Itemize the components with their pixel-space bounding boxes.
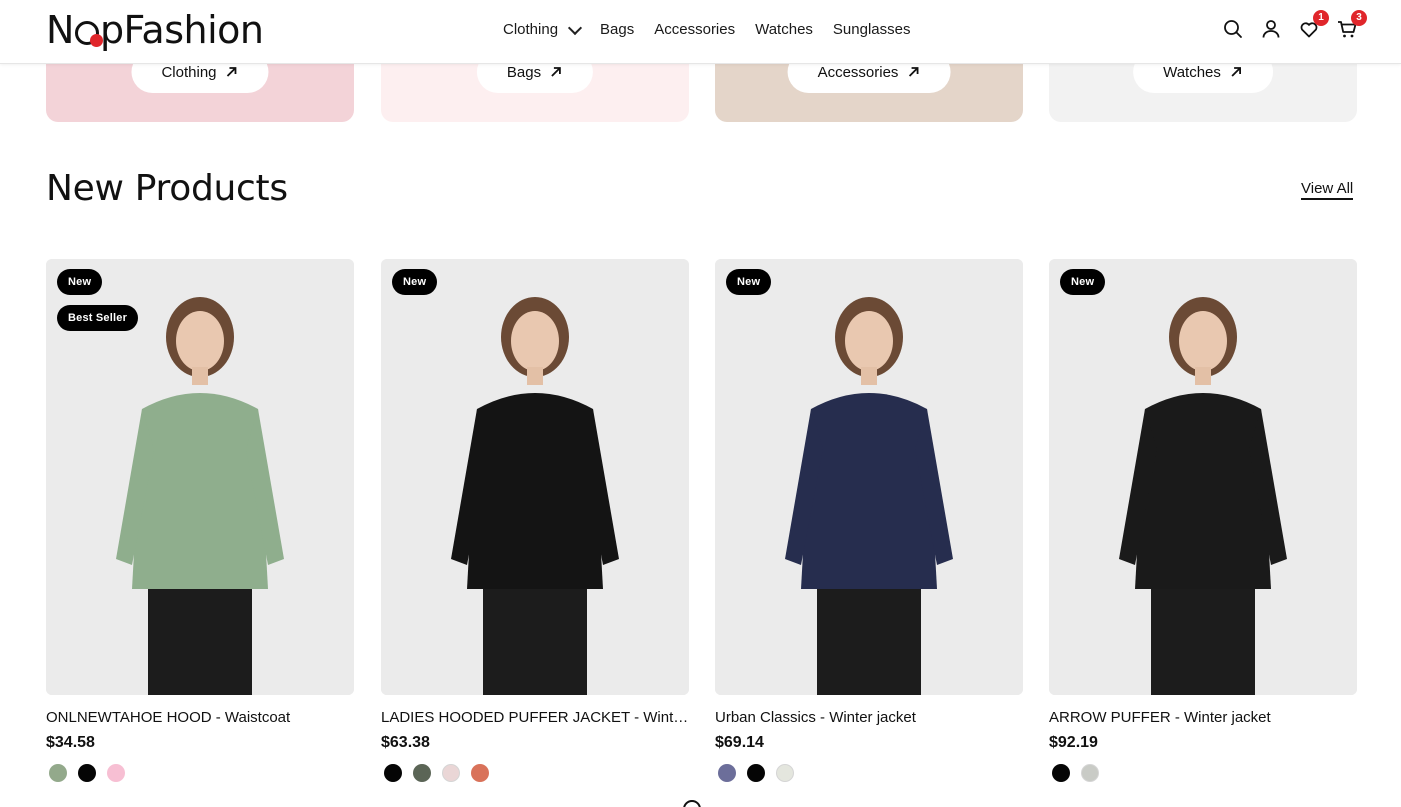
nav-item-bags[interactable]: Bags bbox=[600, 20, 634, 40]
best-seller-badge: Best Seller bbox=[57, 305, 139, 331]
nav-item-sunglasses[interactable]: Sunglasses bbox=[833, 20, 911, 40]
product-name[interactable]: LADIES HOODED PUFFER JACKET - Winter jac… bbox=[381, 709, 689, 726]
logo-mark-icon bbox=[74, 21, 103, 47]
product-image[interactable]: New Best Seller bbox=[46, 259, 354, 695]
product-card[interactable]: New LADIES HOODED PUFFER JACKET - Winter… bbox=[381, 259, 689, 782]
logo-text-start: N bbox=[46, 8, 74, 52]
color-swatch[interactable] bbox=[718, 764, 736, 782]
new-badge: New bbox=[392, 269, 438, 295]
color-swatch[interactable] bbox=[1052, 764, 1070, 782]
logo-text-end: pFashion bbox=[99, 8, 264, 52]
arrow-up-right-icon bbox=[1231, 67, 1241, 77]
color-swatch[interactable] bbox=[49, 764, 67, 782]
model-illustration bbox=[381, 259, 689, 695]
category-label: Watches bbox=[1163, 63, 1221, 81]
color-swatches bbox=[46, 764, 354, 782]
color-swatches bbox=[1049, 764, 1357, 782]
arrow-up-right-icon bbox=[908, 67, 919, 77]
product-price: $69.14 bbox=[715, 734, 764, 751]
nav-item-watches[interactable]: Watches bbox=[755, 20, 813, 40]
product-card[interactable]: New Urban Classics - Winter jacket $69.1… bbox=[715, 259, 1023, 782]
color-swatch[interactable] bbox=[442, 764, 460, 782]
cart-count-badge: 3 bbox=[1351, 10, 1367, 26]
category-label: Bags bbox=[506, 63, 542, 81]
section-title: New Products bbox=[46, 168, 288, 209]
color-swatch[interactable] bbox=[1081, 764, 1099, 782]
search-icon[interactable] bbox=[1222, 18, 1244, 40]
product-price: $92.19 bbox=[1049, 734, 1098, 751]
nav-label: Sunglasses bbox=[832, 21, 911, 38]
product-name[interactable]: ARROW PUFFER - Winter jacket bbox=[1049, 709, 1357, 726]
product-image[interactable]: New bbox=[381, 259, 689, 695]
main-nav: Clothing Bags Accessories Watches Sungla… bbox=[503, 20, 910, 40]
color-swatch[interactable] bbox=[776, 764, 794, 782]
category-label: Clothing bbox=[161, 63, 217, 81]
color-swatches bbox=[381, 764, 689, 782]
color-swatch[interactable] bbox=[413, 764, 431, 782]
scroll-indicator-icon bbox=[683, 800, 701, 807]
product-card[interactable]: New ARROW PUFFER - Winter jacket $92.19 bbox=[1049, 259, 1357, 782]
new-badge: New bbox=[1060, 269, 1106, 295]
color-swatch[interactable] bbox=[384, 764, 402, 782]
arrow-up-right-icon bbox=[551, 67, 562, 77]
view-all-link[interactable]: View All bbox=[1301, 180, 1354, 200]
nav-item-accessories[interactable]: Accessories bbox=[654, 20, 735, 40]
brand-logo[interactable]: NpFashion bbox=[46, 10, 264, 50]
color-swatch[interactable] bbox=[78, 764, 96, 782]
arrow-up-right-icon bbox=[226, 67, 237, 77]
nav-item-clothing[interactable]: Clothing bbox=[503, 20, 583, 40]
product-price: $63.38 bbox=[381, 734, 430, 751]
product-image[interactable]: New bbox=[715, 259, 1023, 695]
product-name[interactable]: ONLNEWTAHOE HOOD - Waistcoat bbox=[46, 709, 354, 726]
category-label: Accessories bbox=[817, 63, 899, 81]
chevron-down-icon bbox=[567, 20, 583, 35]
nav-label: Accessories bbox=[654, 21, 736, 38]
model-illustration bbox=[1049, 259, 1357, 695]
nav-label: Clothing bbox=[503, 21, 559, 38]
color-swatches bbox=[715, 764, 1023, 782]
nav-label: Bags bbox=[600, 21, 635, 38]
wishlist-count-badge: 1 bbox=[1313, 10, 1329, 26]
nav-label: Watches bbox=[755, 21, 813, 38]
product-card[interactable]: New Best Seller ONLNEWTAHOE HOOD - Waistc… bbox=[46, 259, 354, 782]
wishlist-icon[interactable]: 1 bbox=[1298, 10, 1329, 40]
header-actions: 1 3 bbox=[1222, 10, 1367, 40]
model-illustration bbox=[715, 259, 1023, 695]
color-swatch[interactable] bbox=[747, 764, 765, 782]
product-name[interactable]: Urban Classics - Winter jacket bbox=[715, 709, 1023, 726]
account-icon[interactable] bbox=[1260, 18, 1282, 40]
new-badge: New bbox=[57, 269, 103, 295]
color-swatch[interactable] bbox=[471, 764, 489, 782]
product-image[interactable]: New bbox=[1049, 259, 1357, 695]
color-swatch[interactable] bbox=[107, 764, 125, 782]
new-badge: New bbox=[726, 269, 772, 295]
cart-icon[interactable]: 3 bbox=[1336, 10, 1367, 40]
product-price: $34.58 bbox=[46, 734, 95, 751]
site-header: NpFashion Clothing Bags Accessories Watc… bbox=[0, 0, 1401, 64]
